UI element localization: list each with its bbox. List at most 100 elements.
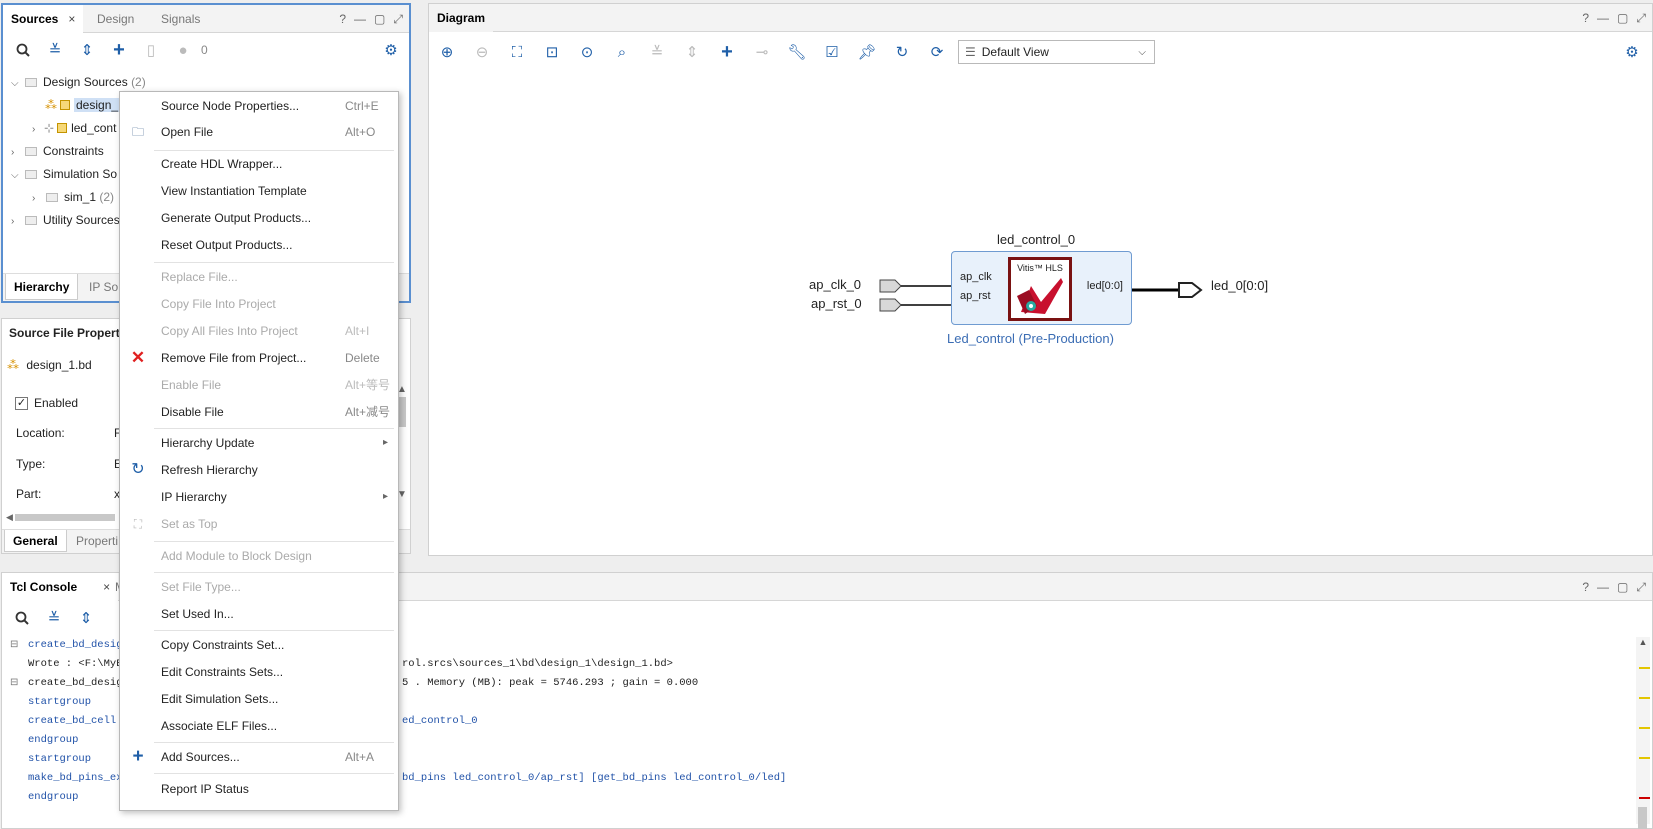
pin-icon[interactable]: 📌︎ xyxy=(853,39,881,65)
menu-item-ip-hierarchy[interactable]: IP Hierarchy ▸ xyxy=(120,484,398,510)
close-icon[interactable]: × xyxy=(68,12,75,26)
maximize-icon[interactable]: ⤢ xyxy=(393,12,403,27)
chevron-down-icon[interactable]: ⌵ xyxy=(11,165,23,187)
gear-icon[interactable]: ⚙ xyxy=(1618,39,1646,65)
fold-icon[interactable]: ⊟ xyxy=(10,639,18,650)
zoom-in-icon[interactable]: ⊕ xyxy=(433,39,461,65)
menu-item-open-file[interactable]: 🗀︎ Open File Alt+O xyxy=(120,119,398,145)
menu-item-view-instantiation-template[interactable]: View Instantiation Template xyxy=(120,178,398,204)
validate-icon[interactable]: ☑ xyxy=(818,39,846,65)
diagram-canvas[interactable]: ap_clk_0 ap_rst_0 led_0[0:0] led_control… xyxy=(429,68,1652,555)
add-ip-icon[interactable]: + xyxy=(713,39,741,65)
tree-sim1[interactable]: › sim_1 (2) xyxy=(32,186,114,208)
view-select[interactable]: ☰ Default View ⌵ xyxy=(958,40,1155,64)
chevron-right-icon[interactable]: › xyxy=(11,142,23,164)
zoom-out-icon[interactable]: ⊖ xyxy=(468,39,496,65)
document-icon[interactable]: ▯ xyxy=(137,37,165,63)
tab-sources[interactable]: Sources × xyxy=(3,5,84,33)
location-label: Location: xyxy=(16,426,65,440)
help-icon[interactable]: ? xyxy=(1582,580,1589,595)
gear-icon[interactable]: ⚙ xyxy=(377,37,405,63)
console-line-tail: bd_pins led_control_0/ap_rst] [get_bd_pi… xyxy=(402,772,787,784)
search-icon[interactable] xyxy=(9,37,37,63)
chevron-right-icon[interactable]: › xyxy=(11,211,23,233)
tab-properties[interactable]: Properti xyxy=(68,530,126,552)
input-port-ap-clk xyxy=(879,279,902,293)
scroll-thumb-h[interactable] xyxy=(15,514,116,522)
minimize-icon[interactable]: — xyxy=(354,12,366,27)
menu-item-report-ip-status[interactable]: Report IP Status xyxy=(120,776,398,802)
collapse-all-icon[interactable]: ≚ xyxy=(41,37,69,63)
tab-tcl-console-label: Tcl Console xyxy=(10,580,78,594)
add-icon[interactable]: + xyxy=(105,37,133,63)
type-label: Type: xyxy=(16,457,46,471)
menu-item-edit-simulation-sets[interactable]: Edit Simulation Sets... xyxy=(120,686,398,712)
scroll-left-icon[interactable]: ◀ xyxy=(6,512,13,522)
minimize-icon[interactable]: — xyxy=(1597,580,1609,595)
help-icon[interactable]: ? xyxy=(339,12,346,27)
tree-utility-sources[interactable]: › Utility Sources xyxy=(11,209,120,231)
auto-connect-icon[interactable]: ⊙ xyxy=(573,39,601,65)
fold-icon[interactable]: ⊟ xyxy=(10,677,18,688)
zoom-fit-icon[interactable]: ⛶ xyxy=(503,39,531,65)
folder-icon xyxy=(25,216,37,225)
horizontal-scrollbar[interactable]: ◀ xyxy=(6,512,126,522)
tab-hierarchy[interactable]: Hierarchy xyxy=(5,274,79,300)
menu-item-remove-file[interactable]: ✕ Remove File from Project... Delete xyxy=(120,345,398,371)
search-icon[interactable]: ⌕ xyxy=(608,39,636,65)
zoom-area-icon[interactable]: ⊡ xyxy=(538,39,566,65)
folder-icon xyxy=(46,193,58,202)
console-scrollbar[interactable]: ▲ xyxy=(1636,637,1650,829)
scroll-marker xyxy=(1639,697,1650,699)
enabled-checkbox-row[interactable]: ✓ Enabled xyxy=(15,396,78,410)
tab-signals[interactable]: Signals xyxy=(153,5,208,33)
maximize-icon[interactable]: ⤢ xyxy=(1636,11,1646,26)
collapse-all-icon[interactable]: ≚ xyxy=(40,605,68,631)
chevron-right-icon[interactable]: › xyxy=(32,119,44,141)
tree-design-sources[interactable]: ⌵ Design Sources (2) xyxy=(11,71,146,93)
restore-icon[interactable]: ▢ xyxy=(1617,580,1628,595)
maximize-icon[interactable]: ⤢ xyxy=(1636,580,1646,595)
scroll-up-icon[interactable]: ▲ xyxy=(1636,637,1650,647)
menu-item-reset-output-products[interactable]: Reset Output Products... xyxy=(120,232,398,258)
menu-item-add-sources[interactable]: + Add Sources... Alt+A xyxy=(120,744,398,770)
menu-item-set-used-in[interactable]: Set Used In... xyxy=(120,601,398,627)
menu-item-add-module-to-block-design: Add Module to Block Design xyxy=(161,549,312,563)
minimize-icon[interactable]: — xyxy=(1597,11,1609,26)
menu-item-refresh-hierarchy[interactable]: ↻ Refresh Hierarchy xyxy=(120,457,398,483)
optimize-routing-icon[interactable]: ⟳ xyxy=(923,39,951,65)
search-icon[interactable] xyxy=(8,605,36,631)
menu-item-copy-constraints-set[interactable]: Copy Constraints Set... xyxy=(120,632,398,658)
chevron-right-icon[interactable]: › xyxy=(32,188,44,210)
menu-item-associate-elf-files[interactable]: Associate ELF Files... xyxy=(120,713,398,739)
help-icon[interactable]: ? xyxy=(1582,11,1589,26)
tab-general[interactable]: General xyxy=(4,530,67,552)
menu-item-source-node-properties[interactable]: Source Node Properties... Ctrl+E xyxy=(120,93,398,119)
tab-design[interactable]: Design xyxy=(89,5,142,33)
menu-item-disable-file[interactable]: Disable File Alt+减号 xyxy=(120,399,398,425)
expand-all-icon[interactable]: ⇕ xyxy=(678,39,706,65)
menu-item-generate-output-products[interactable]: Generate Output Products... xyxy=(120,205,398,231)
ip-block[interactable]: ap_clk ap_rst led[0:0] Vitis™ HLS xyxy=(951,251,1132,325)
tree-simulation-sources[interactable]: ⌵ Simulation So xyxy=(11,163,117,185)
make-external-icon[interactable]: ⊸ xyxy=(748,39,776,65)
expand-all-icon[interactable]: ⇕ xyxy=(73,37,101,63)
menu-item-create-hdl-wrapper[interactable]: Create HDL Wrapper... xyxy=(120,151,398,177)
tab-tcl-console[interactable]: Tcl Console × xyxy=(2,573,119,601)
scroll-thumb[interactable] xyxy=(398,397,406,427)
collapse-all-icon[interactable]: ≚ xyxy=(643,39,671,65)
tree-constraints[interactable]: › Constraints xyxy=(11,140,104,162)
wrench-icon[interactable]: 🔧︎ xyxy=(783,39,811,65)
tree-item-led-control[interactable]: › ⊹ led_cont xyxy=(32,117,116,139)
restore-icon[interactable]: ▢ xyxy=(1617,11,1628,26)
menu-item-hierarchy-update[interactable]: Hierarchy Update ▸ xyxy=(120,430,398,456)
tree-item-design[interactable]: ⁂ design_ xyxy=(45,94,121,116)
expand-all-icon[interactable]: ⇕ xyxy=(72,605,100,631)
menu-item-edit-constraints-sets[interactable]: Edit Constraints Sets... xyxy=(120,659,398,685)
restore-icon[interactable]: ▢ xyxy=(374,12,385,27)
scroll-thumb[interactable] xyxy=(1638,807,1647,829)
enabled-checkbox[interactable]: ✓ xyxy=(15,396,28,410)
hierarchy-icon: ⛶ xyxy=(133,517,143,531)
chevron-down-icon[interactable]: ⌵ xyxy=(11,73,23,95)
regenerate-icon[interactable]: ↻ xyxy=(888,39,916,65)
